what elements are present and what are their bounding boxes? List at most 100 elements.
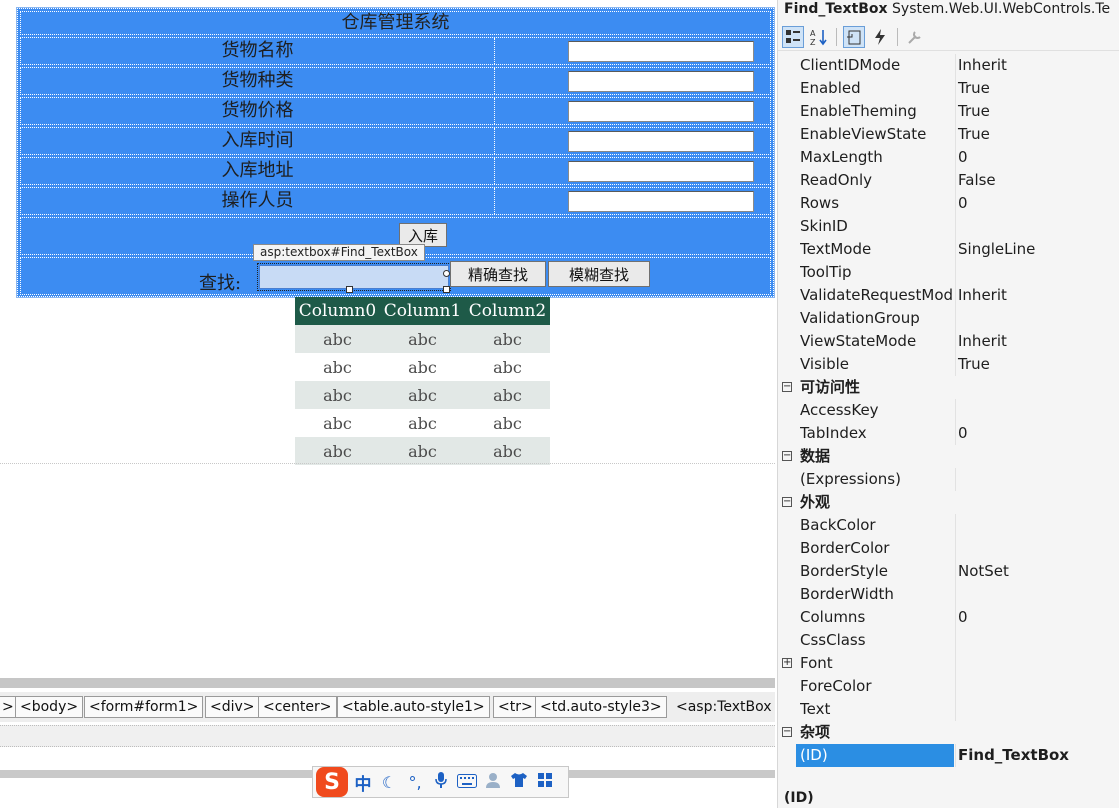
property-row[interactable]: CssClass — [778, 629, 1119, 652]
collapse-icon[interactable]: − — [782, 382, 792, 392]
resize-handle-southeast[interactable] — [443, 286, 450, 293]
property-row[interactable]: ToolTip — [778, 261, 1119, 284]
property-row[interactable]: Enabled True — [778, 77, 1119, 100]
address-input[interactable] — [568, 161, 754, 182]
property-row[interactable]: Visible True — [778, 353, 1119, 376]
tag-item-current[interactable]: <asp:TextBox — [671, 696, 775, 718]
property-category[interactable]: − 外观 — [778, 491, 1119, 514]
resize-handle-south[interactable] — [346, 286, 353, 293]
column-divider — [955, 353, 956, 376]
time-input[interactable] — [568, 131, 754, 152]
property-row[interactable]: + Font — [778, 652, 1119, 675]
property-row[interactable]: AccessKey — [778, 399, 1119, 422]
tag-item[interactable]: <div> — [205, 696, 260, 718]
operator-input[interactable] — [568, 191, 754, 212]
keyboard-icon[interactable] — [456, 773, 478, 792]
property-value[interactable]: NotSet — [958, 560, 1009, 583]
column-divider — [955, 629, 956, 652]
property-row[interactable]: TabIndex 0 — [778, 422, 1119, 445]
collapse-icon[interactable]: − — [782, 727, 792, 737]
property-row[interactable]: BorderColor — [778, 537, 1119, 560]
properties-object-selector[interactable]: Find_TextBox System.Web.UI.WebControls.T… — [778, 0, 1119, 20]
property-value[interactable]: Inherit — [958, 54, 1007, 77]
categorized-icon[interactable] — [782, 25, 804, 48]
collapse-icon[interactable]: − — [782, 497, 792, 507]
property-value[interactable]: False — [958, 169, 996, 192]
property-category[interactable]: − 数据 — [778, 445, 1119, 468]
property-value[interactable]: Inherit — [958, 284, 1007, 307]
property-value[interactable]: True — [958, 353, 990, 376]
tag-item[interactable]: <table.auto-style1> — [337, 696, 490, 718]
find-textbox[interactable] — [257, 263, 451, 291]
property-row[interactable]: SkinID — [778, 215, 1119, 238]
property-row[interactable]: Rows 0 — [778, 192, 1119, 215]
property-row[interactable]: BorderWidth — [778, 583, 1119, 606]
shirt-icon[interactable] — [508, 772, 530, 792]
tag-item[interactable]: <body> — [15, 696, 84, 718]
property-row[interactable]: (ID) Find_TextBox — [778, 744, 1119, 767]
property-pages-icon[interactable] — [904, 26, 926, 48]
ime-mode-toggle[interactable]: 中 — [352, 770, 374, 795]
collapse-icon[interactable]: − — [782, 451, 792, 461]
punctuation-icon[interactable]: °, — [404, 773, 426, 792]
property-row[interactable]: ValidationGroup — [778, 307, 1119, 330]
horizontal-scrollbar[interactable] — [0, 678, 775, 688]
property-row[interactable]: Text — [778, 698, 1119, 721]
property-value[interactable]: Inherit — [958, 330, 1007, 353]
tag-item[interactable]: <center> — [258, 696, 337, 718]
property-row[interactable]: ValidateRequestMod Inherit — [778, 284, 1119, 307]
properties-icon[interactable] — [843, 25, 865, 48]
microphone-icon[interactable] — [430, 771, 452, 793]
property-value[interactable]: SingleLine — [958, 238, 1035, 261]
moon-icon[interactable]: ☾ — [378, 773, 400, 792]
property-row[interactable]: ViewStateMode Inherit — [778, 330, 1119, 353]
grid-cell: abc — [380, 409, 465, 437]
property-value[interactable]: 0 — [958, 192, 968, 215]
property-row[interactable]: ForeColor — [778, 675, 1119, 698]
events-icon[interactable] — [869, 26, 891, 48]
grid-icon[interactable] — [534, 772, 556, 792]
property-row[interactable]: Columns 0 — [778, 606, 1119, 629]
property-value[interactable]: 0 — [958, 422, 968, 445]
property-name: (ID) — [796, 744, 954, 767]
category-input[interactable] — [568, 71, 754, 92]
design-surface[interactable]: 仓库管理系统 货物名称 货物种类 货物价格 入库时间 入库地址 操作人员 入库 — [0, 0, 775, 808]
property-value[interactable]: Find_TextBox — [958, 744, 1069, 767]
grid-cell: abc — [380, 381, 465, 409]
property-category[interactable]: − 杂项 — [778, 721, 1119, 744]
property-value[interactable]: True — [958, 100, 990, 123]
property-value[interactable]: True — [958, 77, 990, 100]
ime-logo[interactable]: S — [316, 767, 348, 797]
property-name: SkinID — [800, 217, 848, 235]
property-row[interactable]: TextMode SingleLine — [778, 238, 1119, 261]
name-input[interactable] — [568, 41, 754, 62]
property-row[interactable]: ReadOnly False — [778, 169, 1119, 192]
property-name: 数据 — [800, 447, 831, 465]
price-input[interactable] — [568, 101, 754, 122]
tag-item[interactable]: <form#form1> — [84, 696, 204, 718]
property-row[interactable]: BackColor — [778, 514, 1119, 537]
property-value[interactable]: 0 — [958, 146, 968, 169]
sort-alphabetical-icon[interactable]: AZ — [808, 26, 830, 48]
property-row[interactable]: EnableViewState True — [778, 123, 1119, 146]
form-row-search: 查找: 精确查找 模糊查找 — [20, 257, 771, 295]
property-category[interactable]: − 可访问性 — [778, 376, 1119, 399]
property-name: 可访问性 — [800, 378, 861, 396]
property-row[interactable]: (Expressions) — [778, 468, 1119, 491]
property-value[interactable]: 0 — [958, 606, 968, 629]
column-divider — [955, 123, 956, 146]
column-divider — [955, 100, 956, 123]
property-row[interactable]: EnableTheming True — [778, 100, 1119, 123]
resize-handle-east[interactable] — [443, 270, 450, 277]
property-value[interactable]: True — [958, 123, 990, 146]
user-icon[interactable] — [482, 772, 504, 792]
grid-cell: abc — [465, 409, 550, 437]
property-row[interactable]: MaxLength 0 — [778, 146, 1119, 169]
property-row[interactable]: BorderStyle NotSet — [778, 560, 1119, 583]
property-row[interactable]: ClientIDMode Inherit — [778, 54, 1119, 77]
tag-item[interactable]: <td.auto-style3> — [535, 696, 667, 718]
fuzzy-search-button[interactable]: 模糊查找 — [548, 261, 650, 287]
exact-search-button[interactable]: 精确查找 — [450, 261, 546, 287]
expand-icon[interactable]: + — [782, 658, 792, 668]
tag-item[interactable]: <tr> — [493, 696, 538, 718]
